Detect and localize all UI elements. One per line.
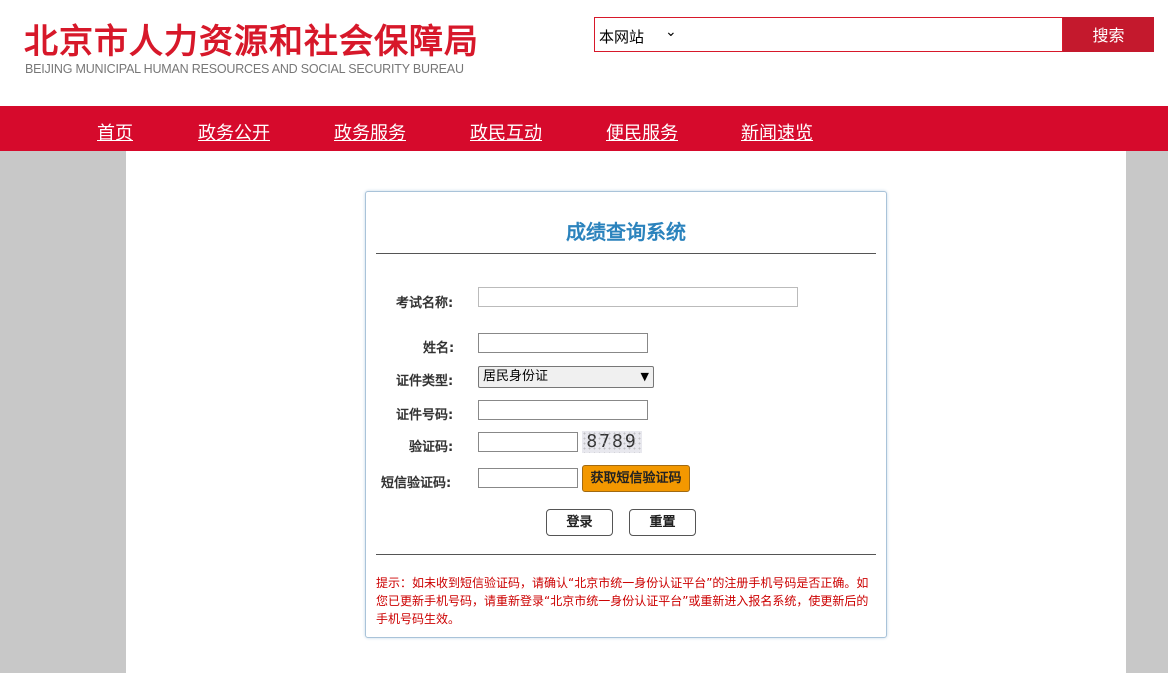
captcha-label: 验证码: [409,440,454,455]
nav-item-news[interactable]: 新闻速览 [741,119,813,145]
search-scope-select[interactable]: 本网站 [599,26,644,47]
score-query-panel: 成绩查询系统 考试名称: 姓名: 证件类型: 居民身份证 ▼ 证件号码: 验证码… [365,191,887,638]
site-logo-title[interactable]: 北京市人力资源和社会保障局 [24,14,479,63]
nav-item-home[interactable]: 首页 [97,119,133,145]
site-logo-subtitle: BEIJING MUNICIPAL HUMAN RESOURCES AND SO… [25,62,464,76]
site-header: 北京市人力资源和社会保障局 BEIJING MUNICIPAL HUMAN RE… [0,0,1168,106]
nav-item-public-services[interactable]: 便民服务 [606,119,678,145]
exam-name-field[interactable] [478,287,798,307]
get-sms-code-button[interactable]: 获取短信验证码 [582,465,690,492]
search-button[interactable]: 搜索 [1063,17,1154,52]
id-type-label: 证件类型: [396,374,454,389]
name-field[interactable] [478,333,648,353]
chevron-down-icon[interactable]: ⌄ [665,24,677,40]
id-number-field[interactable] [478,400,648,420]
id-type-selected-value: 居民身份证 [483,369,549,384]
id-type-select[interactable]: 居民身份证 ▼ [478,366,654,388]
captcha-field[interactable] [478,432,578,452]
reset-button[interactable]: 重置 [629,509,696,536]
id-number-label: 证件号码: [396,408,454,423]
nav-item-interaction[interactable]: 政民互动 [470,119,542,145]
name-label: 姓名: [423,341,455,356]
search-input[interactable]: 本网站 ⌄ [594,17,1063,52]
login-button[interactable]: 登录 [546,509,613,536]
nav-item-gov-services[interactable]: 政务服务 [334,119,406,145]
panel-title: 成绩查询系统 [566,220,686,244]
main-nav: 首页 政务公开 政务服务 政民互动 便民服务 新闻速览 [0,106,1168,151]
exam-name-label: 考试名称: [396,296,454,311]
sms-tip-text: 提示：如未收到短信验证码，请确认“北京市统一身份认证平台”的注册手机号码是否正确… [376,576,869,626]
side-background-left [0,151,126,673]
tip-divider [376,554,876,555]
nav-item-gov-affairs[interactable]: 政务公开 [198,119,270,145]
side-background-right [1126,151,1168,673]
sms-code-label: 短信验证码: [381,476,452,491]
title-divider [376,253,876,254]
chevron-down-icon: ▼ [640,370,649,383]
captcha-image[interactable]: 8789 [582,431,642,453]
sms-code-field[interactable] [478,468,578,488]
